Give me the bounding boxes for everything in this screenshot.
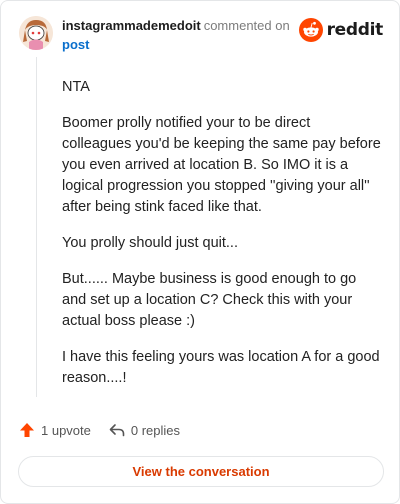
comment-body: NTA Boomer prolly notified your to be di… <box>62 77 382 404</box>
username-link[interactable]: instagrammademedoit <box>62 18 201 33</box>
reply-count: 0 replies <box>130 422 181 438</box>
upvote-count: 1 upvote <box>41 422 91 438</box>
embedded-comment-card: instagrammademedoit commented on post red… <box>0 0 400 504</box>
comment-paragraph: But...... Maybe business is good enough … <box>62 271 357 329</box>
reddit-logo[interactable]: reddit <box>298 18 384 42</box>
reddit-wordmark: reddit <box>326 20 384 40</box>
reply-button[interactable]: 0 replies <box>109 422 180 438</box>
snoo-avatar-icon <box>19 16 53 50</box>
comment-paragraph: You prolly should just quit... <box>62 235 238 251</box>
comment-paragraph: NTA <box>62 79 90 95</box>
comment-actions: 1 upvote 0 replies <box>19 422 198 438</box>
comment-header: instagrammademedoit commented on post <box>62 17 302 53</box>
comment-paragraph: I have this feeling yours was location A… <box>62 349 380 386</box>
post-link[interactable]: post <box>62 36 302 53</box>
avatar[interactable] <box>19 16 53 50</box>
thread-line <box>36 57 37 397</box>
commented-on-text: commented on <box>203 18 290 33</box>
reply-arrow-icon <box>109 424 125 437</box>
view-conversation-button[interactable]: View the conversation <box>18 456 384 487</box>
upvote-button[interactable]: 1 upvote <box>19 422 91 438</box>
upvote-arrow-icon <box>20 423 34 437</box>
reddit-alien-icon <box>298 18 323 42</box>
comment-paragraph: Boomer prolly notified your to be direct… <box>62 115 381 215</box>
